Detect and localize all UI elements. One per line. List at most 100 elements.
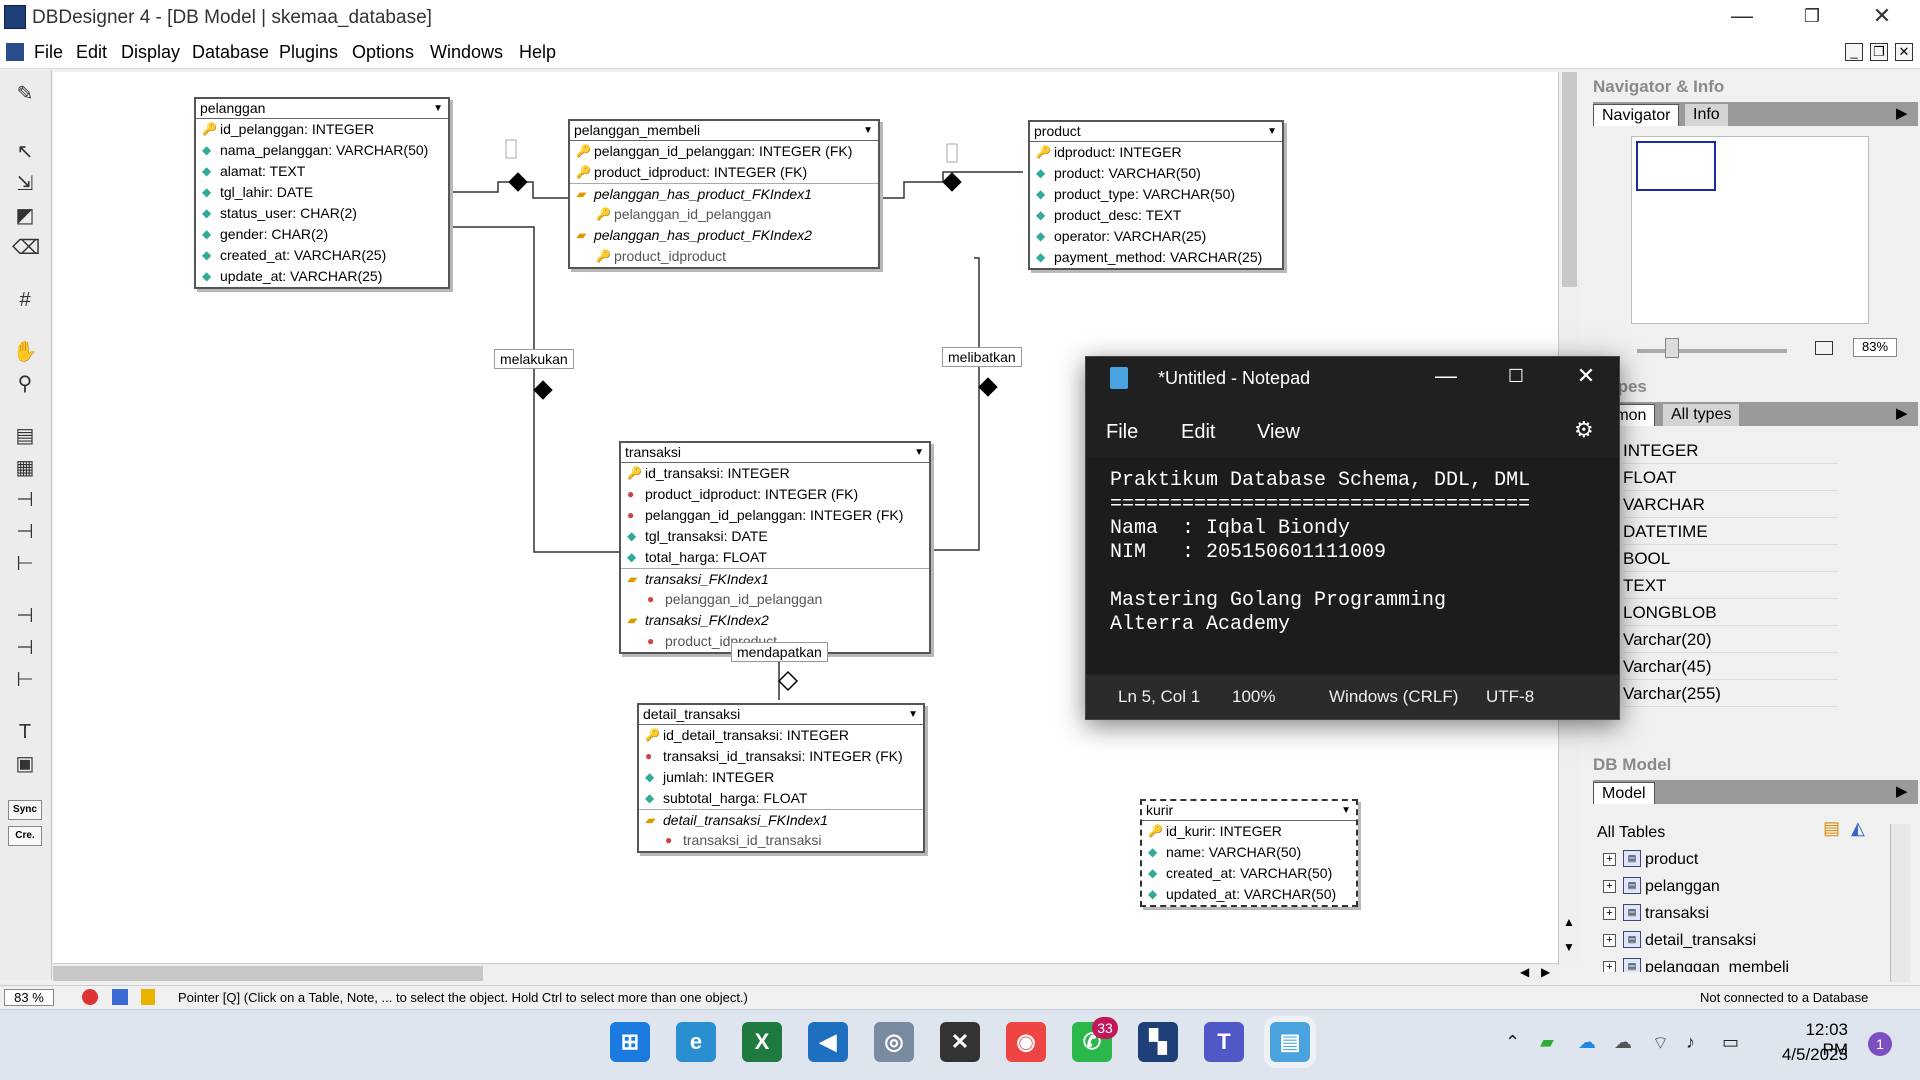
hand-tool-icon[interactable]: ✋	[12, 340, 38, 364]
column[interactable]: ● transaksi_id_transaksi: INTEGER (FK)	[639, 746, 923, 767]
column[interactable]: ◆ product_type: VARCHAR(50)	[1030, 184, 1282, 205]
new-table-icon[interactable]: ▤	[12, 424, 38, 448]
tree-item[interactable]: + ▤ pelanggan	[1585, 873, 1885, 900]
datatype-item[interactable]: BOOL	[1623, 545, 1838, 572]
column[interactable]: 🔑 id_kurir: INTEGER	[1142, 821, 1356, 842]
index[interactable]: ▰ transaksi_FKIndex1	[621, 568, 929, 589]
column[interactable]: ◆ nama_pelanggan: VARCHAR(50)	[196, 140, 448, 161]
edge-icon[interactable]: e	[676, 1022, 716, 1062]
save-icon[interactable]	[112, 989, 128, 1005]
index[interactable]: ▰ pelanggan_has_product_FKIndex2	[570, 225, 878, 246]
tree-scrollbar[interactable]	[1890, 824, 1910, 982]
relation-diamond[interactable]	[942, 172, 962, 192]
panel-arrow-icon[interactable]: ▶	[1896, 404, 1908, 422]
column[interactable]: 🔑 pelanggan_id_pelanggan: INTEGER (FK)	[570, 141, 878, 162]
onedrive-icon[interactable]: ☁	[1578, 1032, 1596, 1053]
design-mode-icon[interactable]: ✎	[12, 82, 38, 106]
column[interactable]: ◆ updated_at: VARCHAR(50)	[1142, 884, 1356, 905]
index-column[interactable]: 🔑 pelanggan_id_pelanggan	[570, 204, 878, 225]
notepad-minimize-button[interactable]: —	[1426, 363, 1466, 389]
relation-11-icon[interactable]: ⊣	[12, 520, 38, 544]
navigator-zoom[interactable]: 83%	[1853, 338, 1897, 357]
tree-item[interactable]: + ▤ transaksi	[1585, 900, 1885, 927]
expand-icon[interactable]: +	[1603, 853, 1616, 866]
column[interactable]: ◆ total_harga: FLOAT	[621, 547, 929, 568]
relation-diamond[interactable]	[533, 380, 553, 400]
navigator-preview[interactable]	[1631, 136, 1869, 324]
relation-label-mendapatkan[interactable]: mendapatkan	[731, 642, 828, 662]
menu-edit[interactable]: Edit	[76, 42, 107, 63]
column[interactable]: ◆ gender: CHAR(2)	[196, 224, 448, 245]
column[interactable]: 🔑 id_detail_transaksi: INTEGER	[639, 725, 923, 746]
new-table2-icon[interactable]: ▦	[12, 456, 38, 480]
scroll-right-icon[interactable]: ▶	[1541, 965, 1550, 979]
column[interactable]: ◆ status_user: CHAR(2)	[196, 203, 448, 224]
relation-label-melibatkan[interactable]: melibatkan	[942, 347, 1022, 367]
menu-options[interactable]: Options	[352, 42, 414, 63]
tree-item[interactable]: + ▤ pelanggan_membeli	[1585, 954, 1885, 972]
menu-plugins[interactable]: Plugins	[279, 42, 338, 63]
column[interactable]: ◆ created_at: VARCHAR(50)	[1142, 863, 1356, 884]
scroll-up-icon[interactable]: ▲	[1563, 915, 1575, 929]
teams-icon[interactable]: T	[1204, 1022, 1244, 1062]
excel-icon[interactable]: X	[742, 1022, 782, 1062]
tab-model[interactable]: Model	[1593, 782, 1655, 804]
column[interactable]: ◆ subtotal_harga: FLOAT	[639, 788, 923, 809]
column[interactable]: ◆ product_desc: TEXT	[1030, 205, 1282, 226]
navigator-viewport[interactable]	[1636, 141, 1716, 191]
column[interactable]: 🔑 id_pelanggan: INTEGER	[196, 119, 448, 140]
scroll-down-icon[interactable]: ▼	[1563, 940, 1575, 954]
image-tool-icon[interactable]: ▣	[12, 752, 38, 776]
clock-date[interactable]: 4/5/2023	[1768, 1045, 1848, 1065]
tray-app-icon[interactable]: ▰	[1540, 1032, 1554, 1053]
menu-windows[interactable]: Windows	[430, 42, 503, 63]
datatype-item[interactable]: Varchar(45)	[1623, 653, 1838, 680]
new-table-icon[interactable]: ▤	[1823, 818, 1840, 839]
menu-database[interactable]: Database	[192, 42, 269, 63]
start-icon[interactable]: ⊞	[610, 1022, 650, 1062]
menu-file[interactable]: File	[34, 42, 63, 63]
expand-icon[interactable]: +	[1603, 880, 1616, 893]
tray-overflow-icon[interactable]: ⌃	[1505, 1032, 1520, 1053]
datatype-item[interactable]: LONGBLOB	[1623, 599, 1838, 626]
index-column[interactable]: ● pelanggan_id_pelanggan	[621, 589, 929, 610]
table-title[interactable]: transaksi	[621, 443, 929, 463]
tab-all-types[interactable]: All types	[1663, 404, 1740, 426]
column[interactable]: 🔑 product_idproduct: INTEGER (FK)	[570, 162, 878, 183]
table-title[interactable]: pelanggan	[196, 99, 448, 119]
fit-icon[interactable]	[1815, 341, 1833, 355]
notification-badge[interactable]: 1	[1868, 1032, 1892, 1056]
notepad-menu-view[interactable]: View	[1257, 421, 1300, 444]
expand-icon[interactable]: +	[1603, 907, 1616, 920]
relation-diamond[interactable]	[978, 377, 998, 397]
scroll-thumb[interactable]	[1562, 72, 1577, 287]
database-icon[interactable]	[141, 989, 155, 1005]
eraser-tool-icon[interactable]: ⌫	[12, 236, 40, 260]
column[interactable]: ◆ jumlah: INTEGER	[639, 767, 923, 788]
column[interactable]: ● pelanggan_id_pelanggan: INTEGER (FK)	[621, 505, 929, 526]
horizontal-scrollbar[interactable]: ◀ ▶	[53, 963, 1558, 983]
maximize-button[interactable]: ❐	[1792, 6, 1832, 27]
tree-item[interactable]: + ▤ detail_transaksi	[1585, 927, 1885, 954]
table-title[interactable]: product	[1030, 122, 1282, 142]
table-product[interactable]: product 🔑idproduct: INTEGER ◆product: VA…	[1028, 120, 1284, 270]
chrome-icon[interactable]: ◉	[1006, 1022, 1046, 1062]
tab-navigator[interactable]: Navigator	[1593, 104, 1680, 126]
resize-tool-icon[interactable]: ◩	[12, 204, 38, 228]
relation-b-icon[interactable]: ⊣	[12, 636, 38, 660]
datatype-item[interactable]: DATETIME	[1623, 518, 1838, 545]
table-detail-transaksi[interactable]: detail_transaksi 🔑id_detail_transaksi: I…	[637, 703, 925, 853]
index[interactable]: ▰ pelanggan_has_product_FKIndex1	[570, 183, 878, 204]
datatype-item[interactable]: FLOAT	[1623, 464, 1838, 491]
table-pelanggan[interactable]: pelanggan 🔑id_pelanggan: INTEGER ◆nama_p…	[194, 97, 450, 289]
zoom-tool-icon[interactable]: ⚲	[12, 372, 38, 396]
zoom-slider-handle[interactable]	[1665, 338, 1679, 358]
notepad-close-button[interactable]: ✕	[1566, 363, 1606, 389]
column[interactable]: ◆ product: VARCHAR(50)	[1030, 163, 1282, 184]
minimize-button[interactable]: —	[1722, 3, 1762, 29]
dbdesigner-icon[interactable]: ▚	[1138, 1022, 1178, 1062]
table-transaksi[interactable]: transaksi 🔑id_transaksi: INTEGER ●produc…	[619, 441, 931, 654]
column[interactable]: ● product_idproduct: INTEGER (FK)	[621, 484, 929, 505]
notepad-taskbar-icon[interactable]: ▤	[1270, 1022, 1310, 1062]
app-icon-generic[interactable]: ◎	[874, 1022, 914, 1062]
